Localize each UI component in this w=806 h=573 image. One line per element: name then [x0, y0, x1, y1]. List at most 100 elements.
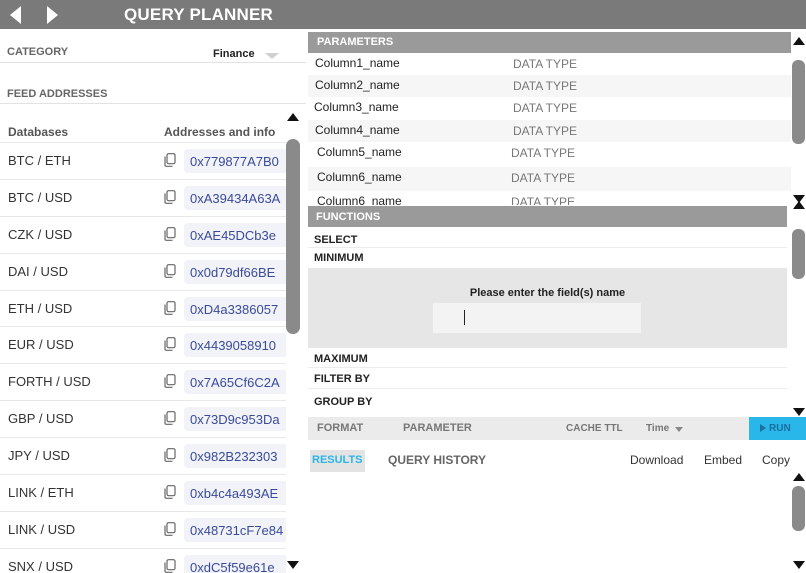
category-select[interactable]: Finance — [213, 48, 255, 60]
database-name: SNX / USD — [8, 558, 74, 573]
feed-address[interactable]: 0xb4c4a493AE — [184, 481, 286, 506]
feed-address[interactable]: 0xD4a3386057 — [184, 296, 286, 321]
parameter-data-type[interactable]: DATA TYPE — [511, 171, 575, 185]
parameter-data-type[interactable]: DATA TYPE — [511, 195, 575, 205]
field-entry-prompt: Please enter the field(s) name — [469, 287, 626, 299]
parameter-data-type[interactable]: DATA TYPE — [513, 124, 577, 138]
table-row[interactable]: SNX / USD 0xdC5f59e61e — [0, 547, 286, 573]
scroll-up-icon[interactable] — [793, 201, 805, 209]
table-row[interactable]: BTC / USD 0xA39434A63A — [0, 178, 286, 216]
functions-scrollbar-thumb[interactable] — [792, 229, 805, 279]
copy-link[interactable]: Copy — [762, 453, 790, 467]
table-row[interactable]: ETH / USD 0xD4a3386057 — [0, 289, 286, 327]
database-name: GBP / USD — [8, 411, 74, 427]
function-group-by[interactable]: GROUP BY — [314, 396, 372, 408]
copy-icon[interactable] — [164, 558, 176, 573]
feed-sidebar: CATEGORY Finance FEED ADDRESSES Database… — [0, 29, 306, 573]
parameters-scrollbar-thumb[interactable] — [792, 60, 805, 144]
feed-address[interactable]: 0x982B232303 — [184, 444, 286, 469]
parameter-column-name: Column5_name — [317, 145, 402, 159]
field-entry-panel: Please enter the field(s) name — [308, 268, 787, 348]
query-planner-app: QUERY PLANNER CATEGORY Finance FEED ADDR… — [0, 0, 806, 573]
copy-icon[interactable] — [164, 411, 176, 426]
table-row[interactable]: DAI / USD 0x0d79df66BE — [0, 252, 286, 290]
page-title: QUERY PLANNER — [124, 5, 274, 24]
function-maximum[interactable]: MAXIMUM — [314, 353, 368, 365]
copy-icon[interactable] — [164, 189, 176, 204]
parameter-data-type[interactable]: DATA TYPE — [511, 146, 575, 160]
parameter-data-type[interactable]: DATA TYPE — [513, 57, 577, 71]
feed-address[interactable]: 0xAE45DCb3e — [184, 222, 286, 247]
arrow-left-icon[interactable] — [6, 4, 28, 26]
copy-icon[interactable] — [164, 300, 176, 315]
parameters-header: PARAMETERS — [308, 32, 791, 53]
parameter-row[interactable]: Column6_name DATA TYPE — [308, 191, 791, 205]
copy-icon[interactable] — [164, 448, 176, 463]
copy-icon[interactable] — [164, 485, 176, 499]
table-row[interactable]: FORTH / USD 0x7A65Cf6C2A — [0, 363, 286, 400]
feed-address[interactable]: 0x779877A7B0 — [184, 149, 286, 173]
run-label: RUN — [769, 423, 791, 434]
feed-address[interactable]: 0xdC5f59e61e — [184, 554, 286, 573]
table-row[interactable]: LINK / USD 0x48731cF7e84 — [0, 510, 286, 548]
database-name: BTC / USD — [8, 189, 73, 205]
table-row[interactable]: LINK / ETH 0xb4c4a493AE — [0, 474, 286, 511]
function-minimum[interactable]: MINIMUM — [314, 252, 364, 264]
divider — [308, 247, 787, 248]
divider — [308, 367, 787, 368]
embed-link[interactable]: Embed — [704, 453, 742, 467]
scroll-up-icon[interactable] — [793, 473, 805, 481]
functions-title: FUNCTIONS — [316, 211, 381, 223]
parameter-row[interactable]: Column1_name DATA TYPE — [308, 53, 791, 75]
feed-address[interactable]: 0x73D9c953Da — [184, 407, 286, 432]
copy-icon[interactable] — [164, 153, 176, 167]
parameter-row[interactable]: Column6_name DATA TYPE — [308, 167, 791, 191]
parameter-data-type[interactable]: DATA TYPE — [513, 101, 577, 115]
table-row[interactable]: JPY / USD 0x982B232303 — [0, 437, 286, 474]
feed-scrollbar-thumb[interactable] — [286, 139, 300, 334]
scroll-down-icon[interactable] — [793, 408, 805, 416]
parameter-tab[interactable]: PARAMETER — [403, 422, 472, 434]
parameter-row[interactable]: Column3_name DATA TYPE — [308, 97, 791, 120]
table-row[interactable]: CZK / USD 0xAE45DCb3e — [0, 215, 286, 253]
parameter-data-type[interactable]: DATA TYPE — [513, 79, 577, 93]
scroll-down-icon[interactable] — [287, 561, 299, 569]
copy-icon[interactable] — [164, 374, 176, 389]
parameter-column-name: Column4_name — [315, 123, 400, 137]
feed-address[interactable]: 0xA39434A63A — [184, 185, 286, 210]
database-name: JPY / USD — [8, 448, 70, 464]
parameter-row[interactable]: Column2_name DATA TYPE — [308, 75, 791, 97]
chevron-down-icon[interactable] — [675, 427, 683, 432]
tab-results[interactable]: RESULTS — [310, 450, 365, 472]
feed-table: BTC / ETH 0x779877A7B0 BTC / USD 0xA39434A6… — [0, 142, 286, 573]
function-select[interactable]: SELECT — [314, 234, 357, 246]
function-filter-by[interactable]: FILTER BY — [314, 373, 370, 385]
scroll-down-icon[interactable] — [793, 561, 805, 569]
scroll-up-icon[interactable] — [793, 37, 805, 45]
parameter-row[interactable]: Column4_name DATA TYPE — [308, 120, 791, 142]
results-scrollbar-thumb[interactable] — [792, 486, 805, 531]
table-row[interactable]: GBP / USD 0x73D9c953Da — [0, 400, 286, 437]
run-button[interactable]: RUN — [749, 417, 806, 440]
arrow-right-icon[interactable] — [40, 4, 62, 26]
scroll-up-icon[interactable] — [287, 113, 299, 121]
tab-query-history[interactable]: QUERY HISTORY — [388, 453, 486, 467]
copy-icon[interactable] — [164, 522, 176, 536]
copy-icon[interactable] — [164, 337, 176, 352]
table-row[interactable]: EUR / USD 0x4439058910 — [0, 326, 286, 363]
feed-address[interactable]: 0x4439058910 — [184, 333, 286, 358]
database-name: FORTH / USD — [8, 374, 91, 390]
copy-icon[interactable] — [164, 263, 176, 278]
parameter-row[interactable]: Column5_name DATA TYPE — [308, 142, 791, 167]
format-tab[interactable]: FORMAT — [317, 422, 363, 434]
parameter-column-name: Column6_name — [317, 170, 402, 184]
time-select[interactable]: Time — [646, 423, 669, 434]
feed-address[interactable]: 0x48731cF7e84 — [184, 517, 286, 542]
feed-address[interactable]: 0x0d79df66BE — [184, 259, 286, 284]
table-row[interactable]: BTC / ETH 0x779877A7B0 — [0, 142, 286, 179]
copy-icon[interactable] — [164, 226, 176, 241]
functions-header: FUNCTIONS — [308, 206, 787, 227]
chevron-down-icon[interactable] — [265, 53, 279, 59]
feed-address[interactable]: 0x7A65Cf6C2A — [184, 370, 286, 395]
download-link[interactable]: Download — [630, 453, 683, 467]
